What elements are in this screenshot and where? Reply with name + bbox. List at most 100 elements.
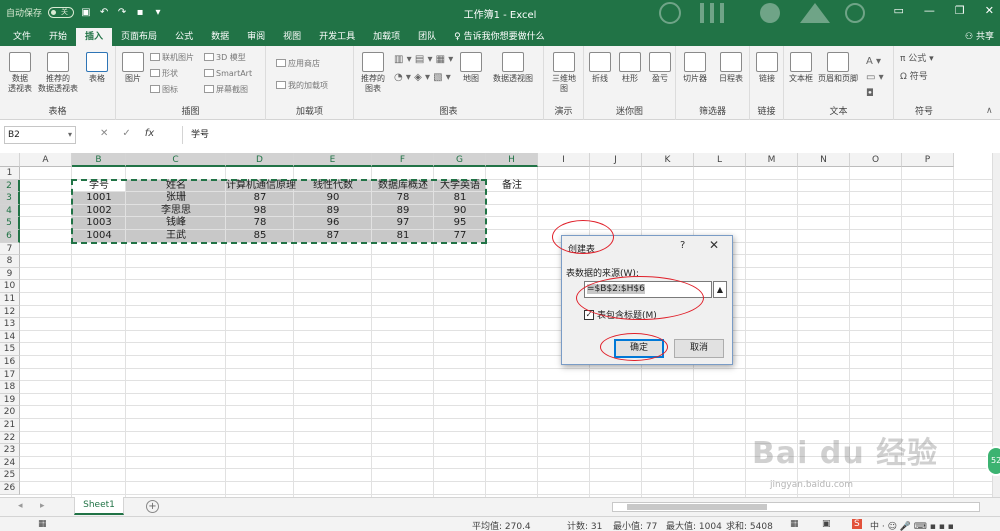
sparkline-winloss-button[interactable]: 盈亏 xyxy=(646,52,674,84)
row-header-20[interactable]: 20 xyxy=(0,406,20,419)
column-header-p[interactable]: P xyxy=(902,153,954,167)
column-header-c[interactable]: C xyxy=(126,153,226,167)
cancel-formula-icon[interactable]: ✕ xyxy=(100,128,108,139)
my-addins-button[interactable]: 我的加载项 xyxy=(276,80,328,91)
name-box[interactable]: B2 ▾ xyxy=(4,126,76,144)
cancel-button[interactable]: 取消 xyxy=(674,339,724,358)
collapse-dialog-icon[interactable]: ▲ xyxy=(713,281,727,298)
pictures-button[interactable]: 图片 xyxy=(120,52,146,84)
recommended-pivot-button[interactable]: 推荐的 数据透视表 xyxy=(34,52,82,94)
tab-formulas[interactable]: 公式 xyxy=(166,28,202,46)
column-header-b[interactable]: B xyxy=(72,153,126,167)
column-header-n[interactable]: N xyxy=(798,153,850,167)
tab-review[interactable]: 审阅 xyxy=(238,28,274,46)
sparkline-column-button[interactable]: 柱形 xyxy=(616,52,644,84)
macro-record-icon[interactable]: ▦ xyxy=(38,519,47,529)
sheet-tab-sheet1[interactable]: Sheet1 xyxy=(74,497,124,515)
table-button[interactable]: 表格 xyxy=(84,52,110,84)
insert-function-icon[interactable]: fx xyxy=(145,128,154,139)
row-header-23[interactable]: 23 xyxy=(0,444,20,457)
online-pictures-button[interactable]: 联机图片 xyxy=(150,52,194,63)
column-header-d[interactable]: D xyxy=(226,153,294,167)
confirm-formula-icon[interactable]: ✓ xyxy=(122,128,130,139)
share-button[interactable]: ⚇ 共享 xyxy=(965,29,994,42)
column-header-a[interactable]: A xyxy=(20,153,72,167)
recommended-charts-button[interactable]: 推荐的 图表 xyxy=(356,52,390,94)
tab-view[interactable]: 视图 xyxy=(274,28,310,46)
floating-badge[interactable]: 52 xyxy=(986,446,1000,476)
horizontal-scrollbar[interactable] xyxy=(612,502,980,512)
store-button[interactable]: 应用商店 xyxy=(276,58,320,69)
row-header-13[interactable]: 13 xyxy=(0,318,20,331)
select-all-corner[interactable] xyxy=(0,153,20,167)
column-header-o[interactable]: O xyxy=(850,153,902,167)
column-header-h[interactable]: H xyxy=(486,153,538,167)
column-header-f[interactable]: F xyxy=(372,153,434,167)
help-icon[interactable]: ? xyxy=(680,240,685,251)
row-header-6[interactable]: 6 xyxy=(0,230,20,243)
table-cell[interactable] xyxy=(486,230,538,243)
pivot-chart-button[interactable]: 数据透视图 xyxy=(488,52,538,84)
3d-map-button[interactable]: 三维地 图 xyxy=(548,52,580,94)
prev-sheet-icon[interactable]: ◂ xyxy=(18,501,23,511)
close-icon[interactable]: ✕ xyxy=(709,238,719,252)
shapes-button[interactable]: 形状 xyxy=(150,68,178,79)
close-icon[interactable]: ✕ xyxy=(985,4,994,17)
table-cell[interactable] xyxy=(486,205,538,218)
row-header-25[interactable]: 25 xyxy=(0,469,20,482)
link-button[interactable]: 链接 xyxy=(754,52,780,84)
minimize-icon[interactable]: — xyxy=(924,4,935,17)
row-header-24[interactable]: 24 xyxy=(0,456,20,470)
symbol-button[interactable]: Ω 符号 xyxy=(900,72,928,83)
row-header-7[interactable]: 7 xyxy=(0,242,20,256)
header-footer-button[interactable]: 页眉和页脚 xyxy=(816,52,860,84)
column-header-l[interactable]: L xyxy=(694,153,746,167)
ime-tray-icons[interactable]: 中 · ☺ 🎤 ⌨ ▪ ▪ ▪ xyxy=(870,519,954,531)
scroll-thumb[interactable] xyxy=(627,504,767,510)
text-extra-icons[interactable]: A ▾ ▭ ▾ ◘ xyxy=(866,54,884,102)
icons-button[interactable]: 图标 xyxy=(150,84,178,95)
table-cell[interactable] xyxy=(486,217,538,230)
column-header-g[interactable]: G xyxy=(434,153,486,167)
row-header-11[interactable]: 11 xyxy=(0,293,20,306)
row-header-1[interactable]: 1 xyxy=(0,167,20,180)
pivot-table-button[interactable]: 数据 透视表 xyxy=(3,52,37,94)
timeline-button[interactable]: 日程表 xyxy=(714,52,748,84)
screenshot-button[interactable]: 屏幕截图 xyxy=(204,84,248,95)
row-header-2[interactable]: 2 xyxy=(0,179,20,193)
tab-insert[interactable]: 插入 xyxy=(76,28,113,46)
row-header-10[interactable]: 10 xyxy=(0,280,20,293)
row-header-26[interactable]: 26 xyxy=(0,482,20,495)
row-header-19[interactable]: 19 xyxy=(0,393,20,407)
column-header-i[interactable]: I xyxy=(538,153,590,167)
row-header-18[interactable]: 18 xyxy=(0,381,20,394)
row-header-22[interactable]: 22 xyxy=(0,431,20,445)
table-header-cell[interactable]: 备注 xyxy=(486,180,538,193)
slicer-button[interactable]: 切片器 xyxy=(678,52,712,84)
equation-button[interactable]: π 公式 ▾ xyxy=(900,54,934,65)
tell-me-search[interactable]: ♀ 告诉我你想要做什么 xyxy=(445,28,553,46)
row-header-8[interactable]: 8 xyxy=(0,255,20,268)
row-header-16[interactable]: 16 xyxy=(0,356,20,369)
table-cell[interactable] xyxy=(486,192,538,205)
ime-icon[interactable]: S xyxy=(852,519,862,529)
tab-team[interactable]: 团队 xyxy=(409,28,445,46)
tab-home[interactable]: 开始 xyxy=(40,28,76,46)
next-sheet-icon[interactable]: ▸ xyxy=(40,501,45,511)
tab-page-layout[interactable]: 页面布局 xyxy=(112,28,166,46)
column-header-j[interactable]: J xyxy=(590,153,642,167)
tab-developer[interactable]: 开发工具 xyxy=(310,28,364,46)
ribbon-display-icon[interactable]: ▭ xyxy=(894,4,904,17)
maps-button[interactable]: 地图 xyxy=(458,52,484,84)
row-header-17[interactable]: 17 xyxy=(0,368,20,382)
row-header-12[interactable]: 12 xyxy=(0,305,20,319)
column-header-k[interactable]: K xyxy=(642,153,694,167)
column-header-e[interactable]: E xyxy=(294,153,372,167)
smartart-button[interactable]: SmartArt xyxy=(204,68,252,79)
chart-type-icons[interactable]: ▥ ▾ ▤ ▾ ▦ ▾ xyxy=(394,54,453,65)
row-header-21[interactable]: 21 xyxy=(0,419,20,432)
row-header-15[interactable]: 15 xyxy=(0,343,20,356)
row-header-3[interactable]: 3 xyxy=(0,192,20,205)
row-header-9[interactable]: 9 xyxy=(0,267,20,281)
model-3d-button[interactable]: 3D 模型 xyxy=(204,52,246,63)
